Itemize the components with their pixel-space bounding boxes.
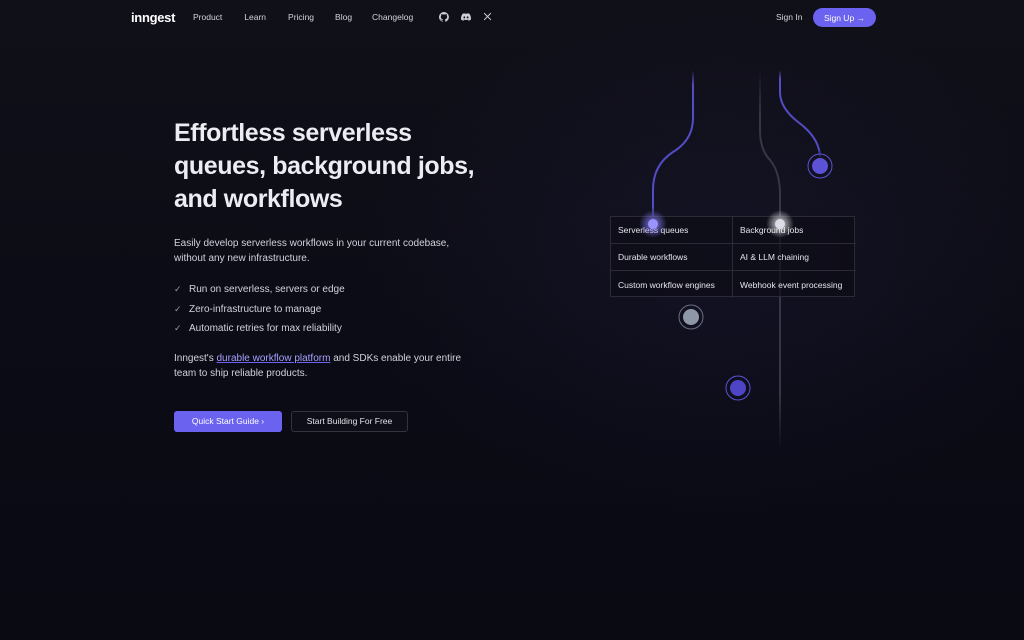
- feature-durable-workflows: Durable workflows: [611, 244, 733, 271]
- hero-section: Effortless serverless queues, background…: [174, 117, 504, 432]
- feature-checklist: ✓ Run on serverless, servers or edge ✓ Z…: [174, 280, 504, 339]
- checklist-item-label: Run on serverless, servers or edge: [189, 284, 345, 296]
- hero-title: Effortless serverless queues, background…: [174, 119, 475, 213]
- x-icon[interactable]: [482, 11, 493, 22]
- top-navigation: inngest Product Learn Pricing Blog Chang…: [0, 0, 1024, 34]
- nav-link-product[interactable]: Product: [193, 12, 222, 22]
- hero-subtitle: Easily develop serverless workflows in y…: [174, 238, 450, 264]
- start-building-button[interactable]: Start Building For Free: [291, 410, 408, 432]
- hero-description: Inngest's durable workflow platform and …: [174, 351, 479, 381]
- checklist-item-label: Automatic retries for max reliability: [189, 323, 342, 335]
- cta-row: Quick Start Guide › Start Building For F…: [174, 410, 504, 432]
- feature-grid: Serverless queues Background jobs Durabl…: [610, 216, 856, 298]
- hero-description-prefix: Inngest's: [174, 352, 217, 364]
- nav-link-pricing[interactable]: Pricing: [288, 12, 314, 22]
- github-icon[interactable]: [438, 11, 449, 22]
- checklist-item: ✓ Zero-infrastructure to manage: [174, 300, 504, 320]
- nav-link-learn[interactable]: Learn: [244, 12, 266, 22]
- check-icon: ✓: [174, 323, 182, 334]
- check-icon: ✓: [174, 303, 182, 314]
- durable-workflow-platform-link[interactable]: durable workflow platform: [217, 353, 331, 364]
- feature-webhook-event-processing: Webhook event processing: [740, 279, 843, 290]
- sign-up-button[interactable]: Sign Up →: [813, 8, 876, 27]
- checklist-item: ✓ Automatic retries for max reliability: [174, 319, 504, 339]
- checklist-item: ✓ Run on serverless, servers or edge: [174, 280, 504, 300]
- nav-link-changelog[interactable]: Changelog: [372, 12, 413, 22]
- nav-link-blog[interactable]: Blog: [335, 12, 352, 22]
- feature-custom-workflow-engines: Custom workflow engines: [611, 271, 733, 298]
- inngest-logo[interactable]: inngest: [131, 10, 175, 25]
- social-links: [438, 11, 493, 22]
- quick-start-guide-button[interactable]: Quick Start Guide ›: [174, 410, 282, 432]
- workflow-lines-graphic: [652, 70, 821, 450]
- sign-in-link[interactable]: Sign In: [776, 12, 802, 22]
- check-icon: ✓: [174, 284, 182, 295]
- checklist-item-label: Zero-infrastructure to manage: [189, 303, 322, 315]
- feature-background-jobs: Background jobs: [733, 217, 856, 244]
- feature-serverless-queues: Serverless queues: [611, 217, 733, 244]
- discord-icon[interactable]: [460, 11, 471, 22]
- feature-ai-llm-chaining: AI & LLM chaining: [733, 244, 856, 271]
- nav-links: Product Learn Pricing Blog Changelog: [193, 12, 413, 22]
